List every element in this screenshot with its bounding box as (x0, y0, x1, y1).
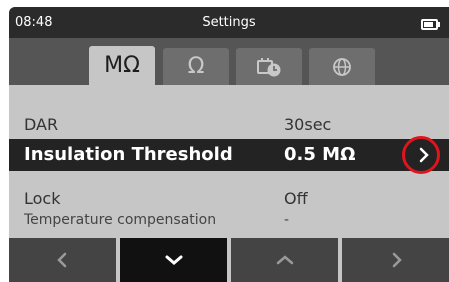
setting-row-dar[interactable]: DAR 30sec (9, 112, 449, 136)
setting-label: Lock (24, 189, 61, 208)
setting-row-temperature-compensation[interactable]: Temperature compensation - (9, 210, 449, 230)
setting-label: Temperature compensation (24, 212, 217, 228)
tab-label: MΩ (104, 53, 140, 78)
battery-icon (421, 19, 438, 30)
tab-timer-battery[interactable] (236, 48, 302, 85)
tab-language[interactable] (309, 48, 375, 85)
nav-right-button[interactable] (342, 238, 449, 282)
status-bar: 08:48 Settings (9, 7, 449, 38)
tab-resistance-ohm[interactable]: Ω (163, 48, 229, 85)
nav-left-button[interactable] (9, 238, 116, 282)
navigation-bar (9, 238, 449, 282)
nav-up-button[interactable] (231, 238, 338, 282)
setting-label: DAR (24, 115, 59, 134)
screen-title: Settings (202, 15, 256, 30)
globe-icon (333, 57, 351, 76)
setting-value: Off (284, 189, 308, 208)
tab-insulation-megohm[interactable]: MΩ (89, 46, 155, 85)
setting-value: - (284, 212, 290, 228)
nav-down-button[interactable] (120, 238, 227, 282)
chevron-left-icon (56, 252, 66, 268)
battery-fill (424, 22, 433, 27)
annotation-circle (402, 136, 440, 174)
device-screen: 08:48 Settings MΩ Ω DAR 30sec Insulation… (9, 7, 449, 282)
timer-battery-icon (257, 57, 281, 76)
chevron-right-icon (392, 252, 402, 268)
setting-value: 0.5 MΩ (284, 144, 356, 165)
chevron-up-icon (276, 255, 293, 265)
battery-tip (438, 22, 440, 27)
setting-label: Insulation Threshold (24, 144, 233, 165)
tab-label: Ω (187, 54, 205, 79)
tab-bar: MΩ Ω (9, 38, 449, 85)
setting-row-lock[interactable]: Lock Off (9, 187, 449, 209)
chevron-down-icon (165, 255, 182, 265)
setting-row-insulation-threshold[interactable]: Insulation Threshold 0.5 MΩ (9, 139, 449, 171)
setting-value: 30sec (284, 115, 332, 134)
